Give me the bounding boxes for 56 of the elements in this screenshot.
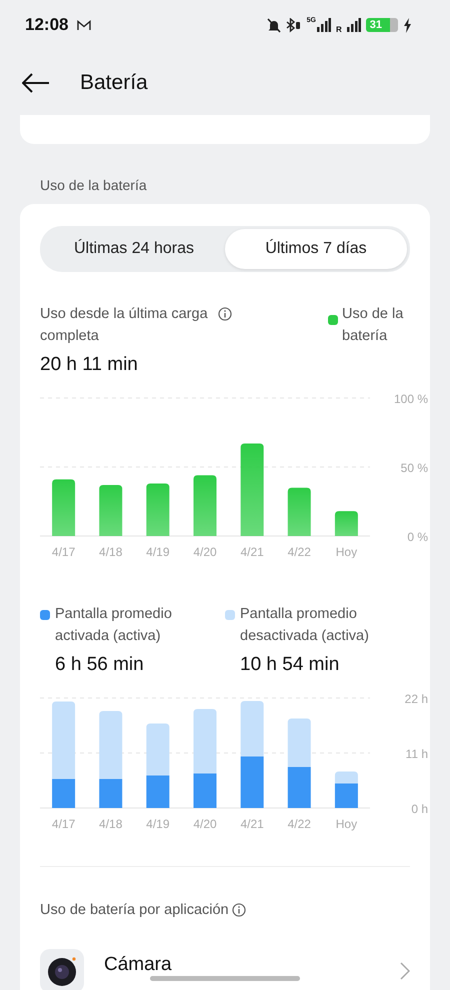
signal-icon [346,18,361,32]
axis-label: Hoy [336,817,358,831]
info-icon[interactable] [218,307,232,321]
bar [240,701,264,756]
signal-icon [316,18,331,32]
back-arrow-icon[interactable] [22,72,50,92]
axis-label: 4/20 [193,545,217,558]
chevron-right-icon [400,962,410,980]
bluetooth-icon [286,18,302,32]
axis-label: 22 h [404,692,428,706]
bar [146,484,170,536]
battery-level: 31 [366,18,398,32]
axis-label: 0 h [411,802,428,816]
bar [334,511,358,536]
page-title: Batería [80,70,148,94]
axis-label: 4/17 [52,817,76,831]
legend-label: Uso de la batería [342,305,404,346]
axis-label: 4/19 [146,817,170,831]
legend-label: Pantalla promedio desactivada (activa) [240,605,370,646]
roaming-indicator: R [336,25,342,34]
status-time: 12:08 [25,15,68,35]
axis-label: 50 % [400,461,428,475]
section-title: Uso de batería por aplicación [40,901,229,920]
charging-icon [403,18,412,32]
camera-app-icon [40,949,84,990]
tab[interactable]: Últimas 24 horas [43,229,225,269]
bell-muted-icon [266,18,281,32]
axis-label: 11 h [406,747,428,761]
axis-label: 0 % [407,530,428,544]
bar [240,756,264,808]
axis-label: 100 % [394,392,428,406]
axis-label: 4/17 [52,545,76,558]
usage-value: 20 h 11 min [40,354,139,376]
axis-label: 4/19 [146,545,170,558]
axis-label: 4/21 [240,817,264,831]
usage-label: Uso desde la última carga completa [40,305,209,346]
mail-icon [77,20,92,30]
axis-label: 4/18 [99,817,122,831]
duration-value: 6 h 56 min [55,654,145,676]
bar [52,479,76,536]
axis-label: 4/20 [193,817,217,831]
bar [288,718,311,767]
tab[interactable]: Últimos 7 días [225,229,407,269]
app-name: Cámara [104,954,172,976]
info-icon[interactable] [232,903,246,917]
legend-label: Pantalla promedio activada (activa) [55,605,173,646]
axis-label: 4/18 [99,545,122,558]
bar [99,484,122,536]
axis-label: 4/22 [288,545,311,558]
axis-label: 4/21 [240,545,264,558]
axis-label: 4/22 [288,817,311,831]
bar [194,475,216,536]
bar [288,767,311,808]
duration-value: 10 h 54 min [240,654,340,676]
bar [288,488,311,536]
section-title: Uso de la batería [39,176,148,195]
